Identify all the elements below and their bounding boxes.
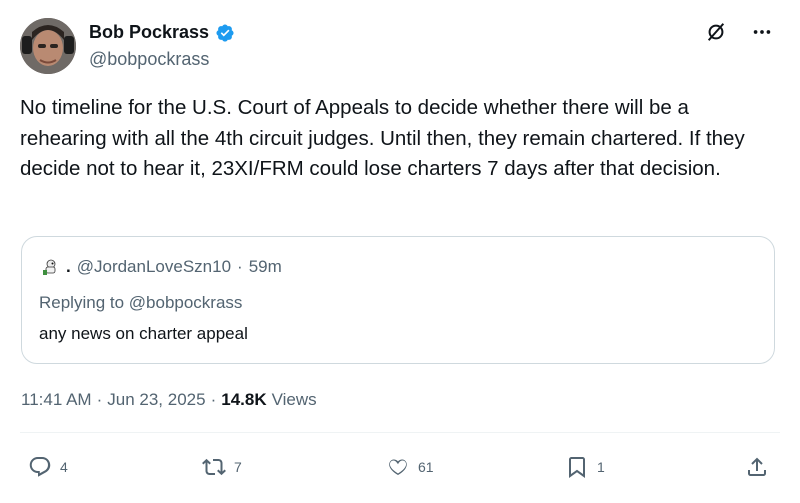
quoted-separator: · xyxy=(237,257,243,276)
quoted-text: any news on charter appeal xyxy=(39,324,248,343)
repost-button[interactable]: 7 xyxy=(202,455,242,479)
action-bar: 4 7 61 1 xyxy=(20,455,780,485)
quoted-handle[interactable]: @JordanLoveSzn10 xyxy=(77,257,231,277)
author-name-row: Bob Pockrass xyxy=(89,22,235,43)
top-actions xyxy=(704,20,774,44)
quoted-avatar[interactable] xyxy=(38,256,60,278)
meta-separator: · xyxy=(96,390,103,409)
quoted-display-name[interactable]: . xyxy=(66,257,71,277)
tweet-date[interactable]: Jun 23, 2025 xyxy=(107,390,205,410)
quoted-tweet[interactable]: . @JordanLoveSzn10 · 59m Replying to @bo… xyxy=(21,236,775,364)
quoted-time[interactable]: 59m xyxy=(249,257,282,277)
tweet-time[interactable]: 11:41 AM xyxy=(21,390,92,410)
more-icon[interactable] xyxy=(750,20,774,44)
like-count: 61 xyxy=(418,459,434,475)
share-button[interactable] xyxy=(745,455,769,479)
reply-button[interactable]: 4 xyxy=(28,455,68,479)
avatar-image xyxy=(20,18,76,74)
divider xyxy=(20,432,780,433)
bookmark-icon xyxy=(569,457,585,478)
meta-separator-2: · xyxy=(210,390,217,409)
views-label: Views xyxy=(271,390,317,409)
grok-icon[interactable] xyxy=(704,20,728,44)
heart-icon xyxy=(389,459,407,475)
author-handle[interactable]: @bobpockrass xyxy=(89,49,209,70)
quoted-tweet-header: . @JordanLoveSzn10 · 59m xyxy=(38,256,282,278)
tweet-text: No timeline for the U.S. Court of Appeal… xyxy=(20,96,745,180)
views-count: 14.8K xyxy=(221,390,267,409)
bookmark-button[interactable]: 1 xyxy=(565,455,605,479)
repost-icon xyxy=(202,458,226,476)
like-button[interactable]: 61 xyxy=(386,455,434,479)
author-name[interactable]: Bob Pockrass xyxy=(89,22,209,43)
bookmark-count: 1 xyxy=(597,459,605,475)
author-avatar[interactable] xyxy=(20,18,76,74)
quoted-replying-to: Replying to @bobpockrass xyxy=(39,293,243,312)
tweet-meta: 11:41 AM · Jun 23, 2025 · 14.8K Views xyxy=(21,390,317,410)
reply-count: 4 xyxy=(60,459,68,475)
reply-icon xyxy=(29,457,51,477)
verified-badge-icon xyxy=(215,23,235,43)
share-icon xyxy=(748,457,766,476)
repost-count: 7 xyxy=(234,459,242,475)
